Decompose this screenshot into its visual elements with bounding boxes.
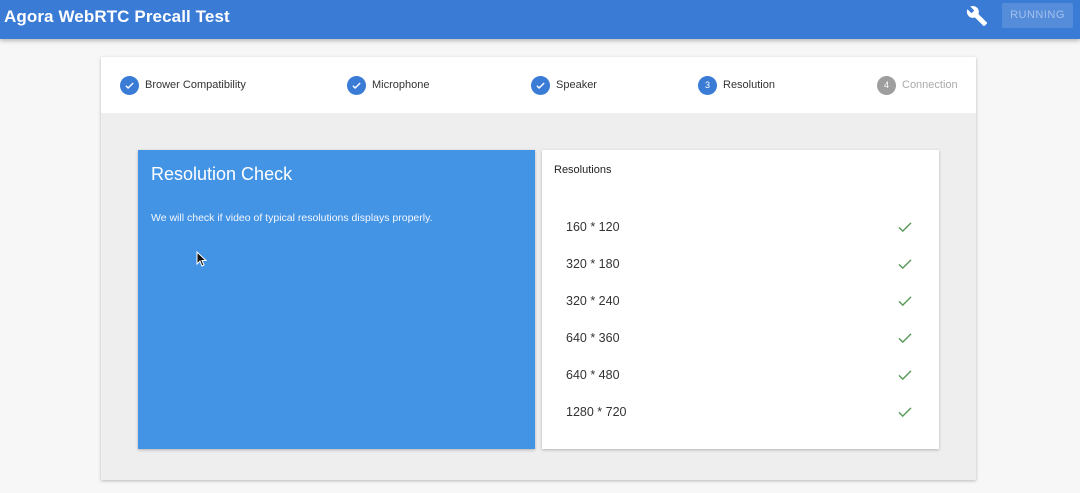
resolution-label: 640 * 360 <box>566 331 620 345</box>
mouse-pointer-icon <box>196 251 208 267</box>
step-label: Resolution <box>723 79 775 91</box>
check-icon <box>898 407 912 418</box>
resolution-check-title: Resolution Check <box>151 164 293 184</box>
check-icon <box>898 259 912 270</box>
resolution-label: 320 * 240 <box>566 294 620 308</box>
stepper: Brower Compatibility Microphone Speaker … <box>101 57 976 113</box>
check-circle-icon <box>531 75 550 95</box>
running-button[interactable]: RUNNING <box>1002 3 1073 28</box>
check-circle-icon <box>347 75 366 95</box>
wrench-icon[interactable] <box>966 5 988 27</box>
app-title: Agora WebRTC Precall Test <box>4 7 230 26</box>
step-label: Speaker <box>556 79 597 91</box>
step-browser-compatibility[interactable]: Brower Compatibility <box>120 75 246 95</box>
list-item: 320 * 240 <box>542 282 939 319</box>
resolutions-title: Resolutions <box>554 164 612 176</box>
resolution-label: 640 * 480 <box>566 368 620 382</box>
resolutions-panel: Resolutions 160 * 120 320 * 180 320 * 24… <box>542 150 939 449</box>
resolution-label: 1280 * 720 <box>566 405 627 419</box>
step-label: Brower Compatibility <box>145 79 246 91</box>
list-item: 320 * 180 <box>542 245 939 282</box>
list-item: 1280 * 720 <box>542 393 939 430</box>
step-microphone[interactable]: Microphone <box>347 75 429 95</box>
check-icon <box>898 333 912 344</box>
app-bar: Agora WebRTC Precall Test RUNNING <box>0 0 1080 39</box>
step-number: 3 <box>698 75 717 95</box>
list-item: 640 * 360 <box>542 319 939 356</box>
precall-test-card: Brower Compatibility Microphone Speaker … <box>101 57 976 480</box>
resolution-check-panel: Resolution Check We will check if video … <box>138 150 535 449</box>
step-number: 4 <box>877 75 896 95</box>
resolution-label: 160 * 120 <box>566 220 620 234</box>
list-item: 640 * 480 <box>542 356 939 393</box>
step-resolution[interactable]: 3 Resolution <box>698 75 775 95</box>
step-speaker[interactable]: Speaker <box>531 75 597 95</box>
step-label: Microphone <box>372 79 430 91</box>
check-icon <box>898 296 912 307</box>
check-circle-icon <box>120 75 139 95</box>
step-connection[interactable]: 4 Connection <box>877 75 958 95</box>
step-label: Connection <box>902 79 958 91</box>
list-item: 160 * 120 <box>542 208 939 245</box>
resolution-check-description: We will check if video of typical resolu… <box>151 212 433 224</box>
resolution-label: 320 * 180 <box>566 257 620 271</box>
check-icon <box>898 370 912 381</box>
check-icon <box>898 222 912 233</box>
